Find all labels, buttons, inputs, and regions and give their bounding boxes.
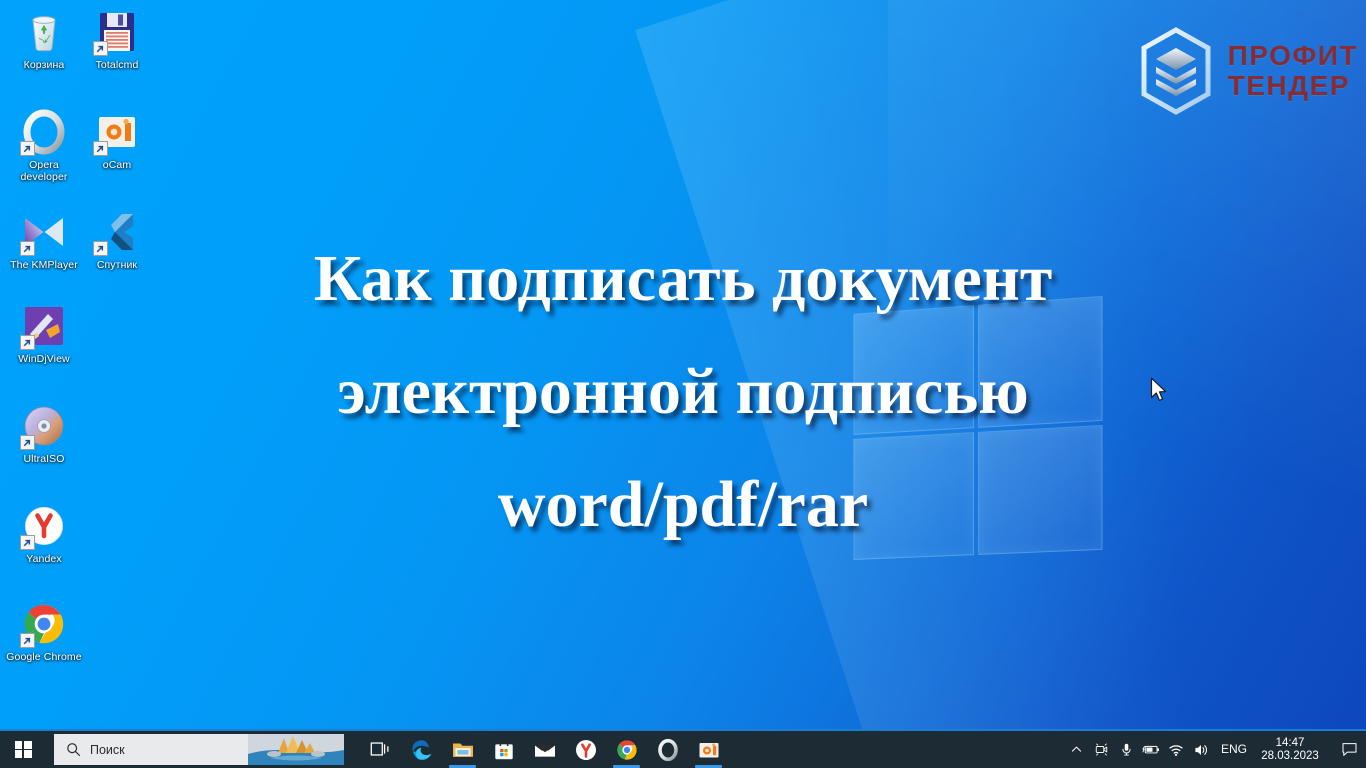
taskbar-app-list	[360, 731, 729, 768]
mail-icon	[533, 738, 557, 762]
show-hidden-icons-button[interactable]	[1064, 731, 1089, 768]
wifi-icon[interactable]	[1164, 731, 1189, 768]
search-icon	[66, 742, 81, 757]
ocam-icon	[93, 108, 141, 156]
shortcut-arrow-icon	[20, 435, 35, 450]
clock[interactable]: 14:47 28.03.2023	[1256, 737, 1332, 763]
clock-time: 14:47	[1275, 736, 1305, 749]
edge-icon	[410, 738, 434, 762]
desktop-icon-sputnik[interactable]: Спутник	[78, 208, 156, 271]
clock-date: 28.03.2023	[1261, 749, 1319, 762]
desktop-icon-opera-developer[interactable]: Opera developer	[5, 108, 83, 183]
taskbar-microsoft-store-button[interactable]	[483, 731, 524, 768]
search-bing-thumbnail	[248, 734, 344, 765]
shortcut-arrow-icon	[20, 535, 35, 550]
chrome-icon	[20, 600, 68, 648]
title-line-3: word/pdf/rar	[497, 468, 869, 541]
brand-text: ПРОФИТ ТЕНДЕР	[1228, 41, 1358, 101]
taskbar-chrome-button[interactable]	[606, 731, 647, 768]
shortcut-arrow-icon	[93, 241, 108, 256]
desktop-icon-label: The KMPlayer	[10, 259, 78, 271]
floppy-disk-icon	[93, 8, 141, 56]
desktop-icon-yandex[interactable]: Yandex	[5, 502, 83, 565]
desktop-icon-label: Totalcmd	[95, 59, 139, 71]
shortcut-arrow-icon	[93, 41, 108, 56]
profit-tender-logo: ПРОФИТ ТЕНДЕР	[1136, 26, 1358, 116]
taskbar-mail-button[interactable]	[524, 731, 565, 768]
shortcut-arrow-icon	[93, 141, 108, 156]
desktop-icon-ocam[interactable]: oCam	[78, 108, 156, 171]
language-indicator[interactable]: ENG	[1214, 731, 1256, 768]
desktop-icon-label: Google Chrome	[6, 651, 82, 663]
opera-icon	[656, 738, 680, 762]
taskbar-yandex-browser-button[interactable]	[565, 731, 606, 768]
desktop-icon-ultraiso[interactable]: UltraISO	[5, 402, 83, 465]
stacked-hexagon-logo-icon	[1136, 26, 1216, 116]
microphone-icon[interactable]	[1114, 731, 1139, 768]
desktop-icon-google-chrome[interactable]: Google Chrome	[5, 600, 83, 663]
windows-pane-4	[977, 424, 1103, 555]
opera-icon	[20, 108, 68, 156]
system-tray: ENG 14:47 28.03.2023	[1064, 731, 1366, 768]
windjview-icon	[20, 302, 68, 350]
shortcut-arrow-icon	[20, 335, 35, 350]
windows-logo-icon	[14, 741, 32, 758]
taskbar-task-view-button[interactable]	[360, 731, 401, 768]
notification-center-button[interactable]	[1332, 731, 1366, 768]
shortcut-arrow-icon	[20, 633, 35, 648]
taskbar-edge-button[interactable]	[401, 731, 442, 768]
start-button[interactable]	[0, 731, 46, 768]
ocam-icon	[697, 738, 721, 762]
microsoft-store-icon	[492, 738, 516, 762]
desktop-icon-label: WinDjView	[18, 353, 70, 365]
desktop-icon-recycle-bin[interactable]: Корзина	[5, 8, 83, 71]
volume-icon[interactable]	[1189, 731, 1214, 768]
yandex-browser-icon	[574, 738, 598, 762]
video-title-overlay: Как подписать документ электронной подпи…	[0, 222, 1366, 561]
mouse-cursor	[1150, 377, 1168, 403]
desktop-wallpaper[interactable]: Корзина Totalcmd Opera developer oCam Th…	[0, 0, 1366, 729]
desktop-icon-totalcmd[interactable]: Totalcmd	[78, 8, 156, 71]
taskbar: Поиск ENG 14:47 28.03.2023	[0, 729, 1366, 768]
desktop-icon-windjview[interactable]: WinDjView	[5, 302, 83, 365]
kmplayer-icon	[20, 208, 68, 256]
windows-pane-3	[853, 432, 975, 560]
desktop-icon-label: Yandex	[26, 553, 62, 565]
webcam-icon[interactable]	[1089, 731, 1114, 768]
desktop-icon-label: oCam	[102, 159, 132, 171]
desktop-icon-kmplayer[interactable]: The KMPlayer	[5, 208, 83, 271]
brand-line-1: ПРОФИТ	[1227, 40, 1358, 71]
taskbar-ocam-button[interactable]	[688, 731, 729, 768]
recycle-bin-icon	[20, 8, 68, 56]
chrome-icon	[615, 738, 639, 762]
shortcut-arrow-icon	[20, 141, 35, 156]
windows-pane-2	[977, 295, 1103, 428]
windows-logo-watermark	[853, 295, 1103, 560]
shortcut-arrow-icon	[20, 241, 35, 256]
taskbar-file-explorer-button[interactable]	[442, 731, 483, 768]
desktop-icon-label: Корзина	[23, 59, 65, 71]
file-explorer-icon	[451, 738, 475, 762]
task-view-icon	[369, 738, 393, 762]
brand-line-2: ТЕНДЕР	[1227, 70, 1350, 101]
desktop-icon-label: UltraISO	[23, 453, 65, 465]
desktop-icon-label: Opera developer	[20, 159, 68, 183]
search-input[interactable]: Поиск	[54, 734, 344, 765]
title-line-1: Как подписать документ	[313, 242, 1053, 315]
yandex-icon	[20, 502, 68, 550]
taskbar-opera-button[interactable]	[647, 731, 688, 768]
sputnik-icon	[93, 208, 141, 256]
windows-pane-1	[853, 305, 975, 435]
title-line-2: электронной подписью	[337, 355, 1029, 428]
cd-disc-icon	[20, 402, 68, 450]
desktop-icon-label: Спутник	[96, 259, 138, 271]
battery-icon[interactable]	[1139, 731, 1164, 768]
